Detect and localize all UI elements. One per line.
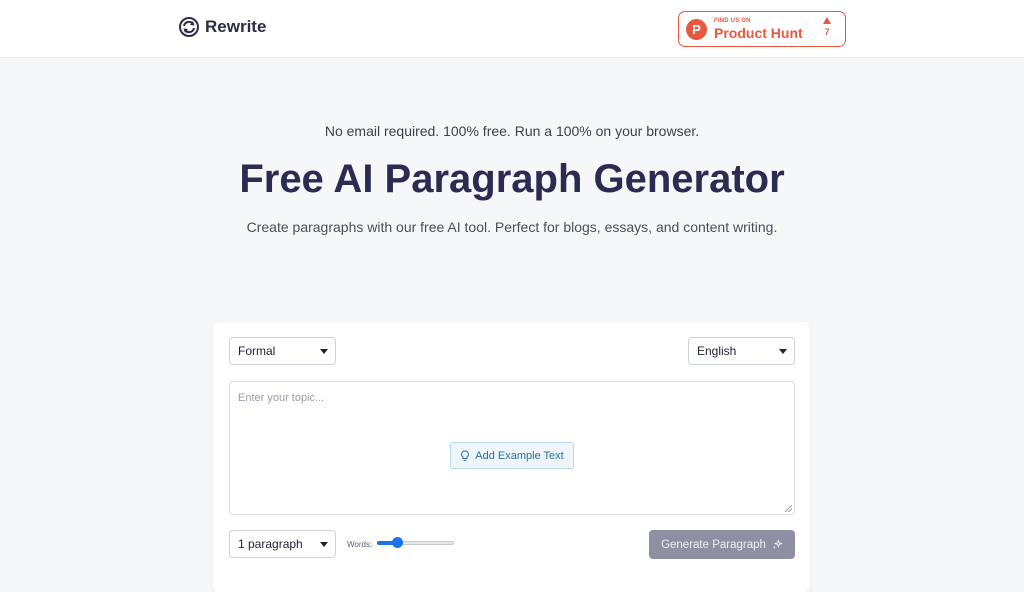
logo-link[interactable]: Rewrite	[179, 17, 266, 37]
resize-handle-icon[interactable]	[785, 505, 792, 512]
language-select[interactable]: English	[688, 337, 795, 365]
add-example-text-label: Add Example Text	[475, 449, 564, 462]
paragraph-count-value: 1 paragraph	[238, 537, 303, 551]
hero-subtitle: No email required. 100% free. Run a 100%…	[324, 123, 700, 139]
chevron-down-icon	[320, 542, 328, 547]
tone-select[interactable]: Formal	[229, 337, 336, 365]
words-slider[interactable]	[377, 537, 454, 548]
topic-placeholder: Enter your topic...	[238, 392, 325, 404]
rewrite-logo-icon	[179, 17, 199, 37]
generate-paragraph-button[interactable]: Generate Paragraph	[649, 530, 795, 559]
generate-paragraph-label: Generate Paragraph	[661, 538, 766, 551]
tone-select-value: Formal	[238, 344, 276, 358]
slider-thumb[interactable]	[391, 537, 403, 548]
generator-card: Formal English Enter your topic... Add E…	[213, 322, 810, 592]
add-example-text-button[interactable]: Add Example Text	[450, 442, 574, 469]
product-hunt-badge[interactable]: P FIND US ON Product Hunt 7	[678, 11, 846, 47]
lightbulb-icon	[461, 449, 470, 461]
top-navbar: Rewrite P FIND US ON Product Hunt 7	[0, 0, 1024, 58]
words-label: Words:	[347, 540, 373, 549]
hero-description: Create paragraphs with our free AI tool.…	[246, 219, 778, 235]
product-hunt-logo-icon: P	[686, 18, 707, 40]
sparkle-icon	[772, 539, 783, 549]
product-hunt-votes: 7	[823, 17, 831, 37]
chevron-down-icon	[320, 349, 328, 354]
logo-text: Rewrite	[205, 17, 267, 36]
paragraph-count-select[interactable]: 1 paragraph	[229, 530, 336, 558]
language-select-value: English	[697, 344, 737, 358]
product-hunt-small-label: FIND US ON	[714, 18, 751, 24]
chevron-down-icon	[779, 349, 787, 354]
product-hunt-label: Product Hunt	[714, 25, 803, 41]
page-title: Free AI Paragraph Generator	[239, 157, 785, 201]
vote-count: 7	[824, 27, 830, 37]
upvote-arrow-icon	[823, 17, 831, 24]
